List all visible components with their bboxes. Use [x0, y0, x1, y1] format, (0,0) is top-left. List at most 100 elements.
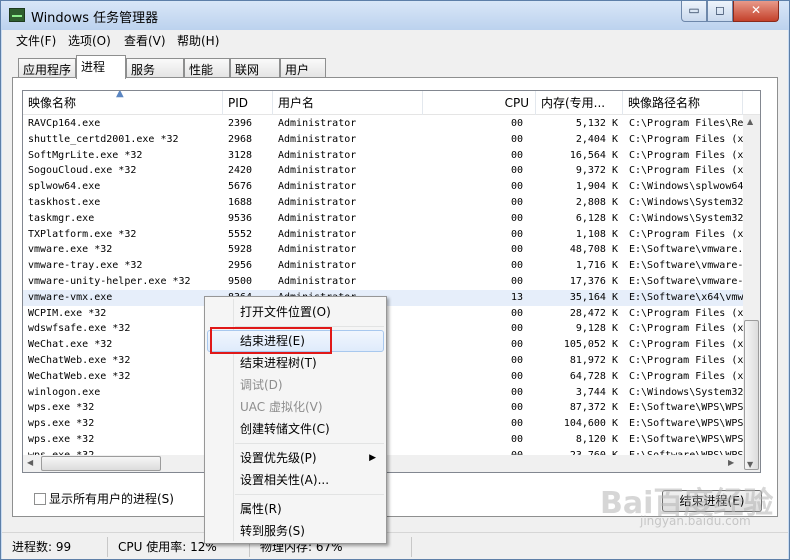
minimize-button[interactable]: ▭	[681, 1, 707, 22]
cell-image-path: C:\Program Files (x	[629, 228, 743, 240]
context-separator	[235, 494, 384, 495]
table-row[interactable]: taskmgr.exe 9536 Administrator 00 6,128 K C:\…	[23, 211, 743, 227]
show-all-users-label: 显示所有用户的进程(S)	[49, 492, 174, 506]
tab-applications[interactable]: 应用程序	[18, 58, 77, 78]
menu-set-priority[interactable]: 设置优先级(P) ▶	[207, 447, 384, 469]
menu-go-to-service[interactable]: 转到服务(S)	[207, 520, 384, 542]
submenu-arrow-icon: ▶	[369, 453, 376, 463]
baidu-watermark-url: jingyan.baidu.com	[640, 514, 751, 528]
cell-image-path: C:\Program Files (x	[629, 339, 743, 351]
column-image-path[interactable]: 映像路径名称	[623, 91, 743, 115]
cell-cpu: 00	[510, 197, 523, 208]
status-process-count: 进程数: 99	[4, 537, 108, 557]
table-row[interactable]: vmware-unity-helper.exe *32 9500 Administr…	[23, 274, 743, 290]
cell-memory: 2,404 K	[575, 133, 618, 145]
menu-open-file-location[interactable]: 打开文件位置(O)	[207, 301, 384, 323]
cell-cpu: 00	[510, 118, 523, 129]
tab-networking[interactable]: 联网	[230, 58, 280, 78]
status-bar: 进程数: 99 CPU 使用率: 12% 物理内存: 67%	[2, 532, 788, 559]
vertical-scrollbar[interactable]: ▲ ▼	[743, 115, 760, 472]
table-row[interactable]: taskhost.exe 1688 Administrator 00 2,808 K C:…	[23, 195, 743, 211]
process-list[interactable]: ▲ 映像名称 PID 用户名 CPU 内存(专用... 映像路径名称 RAVCp…	[22, 90, 761, 473]
cell-user-name: Administrator	[278, 165, 357, 177]
cell-image-path: E:\Software\vmware-	[629, 260, 743, 272]
cell-image-path: C:\Program Files (x	[629, 133, 743, 145]
menu-end-process-tree[interactable]: 结束进程树(T)	[207, 352, 384, 374]
table-row[interactable]: vmware-tray.exe *32 2956 Administrator 00 1,…	[23, 258, 743, 274]
tab-panel: 应用程序 进程 服务 性能 联网 用户 ▲ 映像名称 PID 用户名 CPU 内…	[2, 50, 788, 532]
cell-cpu: 00	[510, 418, 523, 430]
cell-image-path: C:\Windows\System32	[629, 212, 743, 224]
menu-set-priority-label: 设置优先级(P)	[240, 451, 317, 465]
cell-cpu: 00	[510, 386, 523, 398]
cell-cpu: 00	[510, 133, 523, 145]
table-row[interactable]: SogouCloud.exe *32 2420 Administrator 00 9,3…	[23, 163, 743, 179]
cell-cpu: 00	[510, 260, 523, 272]
cell-memory: 17,376 K	[569, 276, 618, 287]
cell-cpu: 00	[510, 165, 523, 177]
cell-image-name: splwow64.exe	[28, 181, 101, 193]
table-row[interactable]: shuttle_certd2001.exe *32 2968 Administrat…	[23, 132, 743, 148]
cell-image-path: C:\Program Files (x	[629, 370, 743, 382]
menu-properties[interactable]: 属性(R)	[207, 498, 384, 520]
cell-cpu: 00	[510, 339, 523, 351]
show-all-users-option[interactable]: 显示所有用户的进程(S)	[34, 490, 174, 507]
menu-help[interactable]: 帮助(H)	[177, 32, 219, 49]
cell-image-name: WCPIM.exe *32	[28, 307, 107, 319]
cell-user-name: Administrator	[278, 228, 357, 240]
scroll-left-icon[interactable]: ◀	[27, 458, 33, 467]
cell-memory: 2,808 K	[575, 197, 618, 208]
table-row[interactable]: SoftMgrLite.exe *32 3128 Administrator 00 16…	[23, 148, 743, 164]
tab-services[interactable]: 服务	[126, 58, 184, 78]
menu-options[interactable]: 选项(O)	[68, 32, 111, 49]
column-image-name[interactable]: ▲ 映像名称	[23, 91, 223, 115]
cell-image-name: vmware.exe *32	[28, 244, 113, 256]
show-all-users-checkbox[interactable]	[34, 493, 46, 505]
cell-image-path: C:\Program Files\Re	[629, 118, 743, 129]
scroll-up-icon[interactable]: ▲	[747, 117, 753, 126]
tab-processes[interactable]: 进程	[76, 55, 126, 79]
table-row[interactable]: vmware.exe *32 5928 Administrator 00 48,708 …	[23, 242, 743, 258]
cell-cpu: 00	[510, 276, 523, 287]
cell-pid: 9536	[228, 212, 253, 224]
scroll-right-icon[interactable]: ▶	[728, 458, 734, 467]
cell-image-name: taskhost.exe	[28, 197, 101, 208]
table-row[interactable]: splwow64.exe 5676 Administrator 00 1,904 K C:…	[23, 179, 743, 195]
cell-memory: 8,120 K	[575, 434, 618, 445]
scroll-down-icon[interactable]: ▼	[747, 460, 753, 469]
cell-image-name: shuttle_certd2001.exe *32	[28, 133, 179, 145]
cell-cpu: 00	[510, 307, 523, 319]
menu-set-affinity[interactable]: 设置相关性(A)...	[207, 469, 384, 491]
tab-performance[interactable]: 性能	[184, 58, 230, 78]
cell-memory: 9,372 K	[575, 165, 618, 177]
title-bar[interactable]: Windows 任务管理器 ▭ ◻ ✕	[1, 1, 789, 30]
horizontal-scroll-thumb[interactable]	[41, 456, 161, 471]
cell-image-path: E:\Software\x64\vmw	[629, 291, 743, 303]
cell-memory: 1,716 K	[575, 260, 618, 272]
menu-create-dump-file[interactable]: 创建转储文件(C)	[207, 418, 384, 440]
table-row[interactable]: RAVCp164.exe 2396 Administrator 00 5,132 K C:…	[23, 116, 743, 132]
cell-pid: 2420	[228, 165, 253, 177]
table-row[interactable]: TXPlatform.exe *32 5552 Administrator 00 1,1…	[23, 227, 743, 243]
vertical-scroll-thumb[interactable]	[744, 320, 759, 470]
cell-user-name: Administrator	[278, 197, 357, 208]
window-title: Windows 任务管理器	[31, 11, 159, 26]
column-user-name[interactable]: 用户名	[273, 91, 423, 115]
cell-memory: 6,128 K	[575, 212, 618, 224]
column-cpu[interactable]: CPU	[423, 91, 536, 115]
maximize-button[interactable]: ◻	[707, 1, 733, 22]
menu-file[interactable]: 文件(F)	[16, 32, 56, 49]
tab-users[interactable]: 用户	[280, 58, 326, 78]
cell-pid: 3128	[228, 149, 253, 161]
column-memory[interactable]: 内存(专用...	[536, 91, 623, 115]
cell-image-name: taskmgr.exe	[28, 212, 95, 224]
menu-view[interactable]: 查看(V)	[124, 32, 166, 49]
cell-cpu: 00	[510, 181, 523, 193]
cell-memory: 105,052 K	[563, 339, 618, 351]
column-pid[interactable]: PID	[223, 91, 273, 115]
close-button[interactable]: ✕	[733, 1, 779, 22]
cell-user-name: Administrator	[278, 181, 357, 193]
sort-ascending-icon: ▲	[116, 91, 124, 99]
cell-image-path: C:\Program Files (x	[629, 355, 743, 366]
cell-image-name: winlogon.exe	[28, 386, 101, 398]
